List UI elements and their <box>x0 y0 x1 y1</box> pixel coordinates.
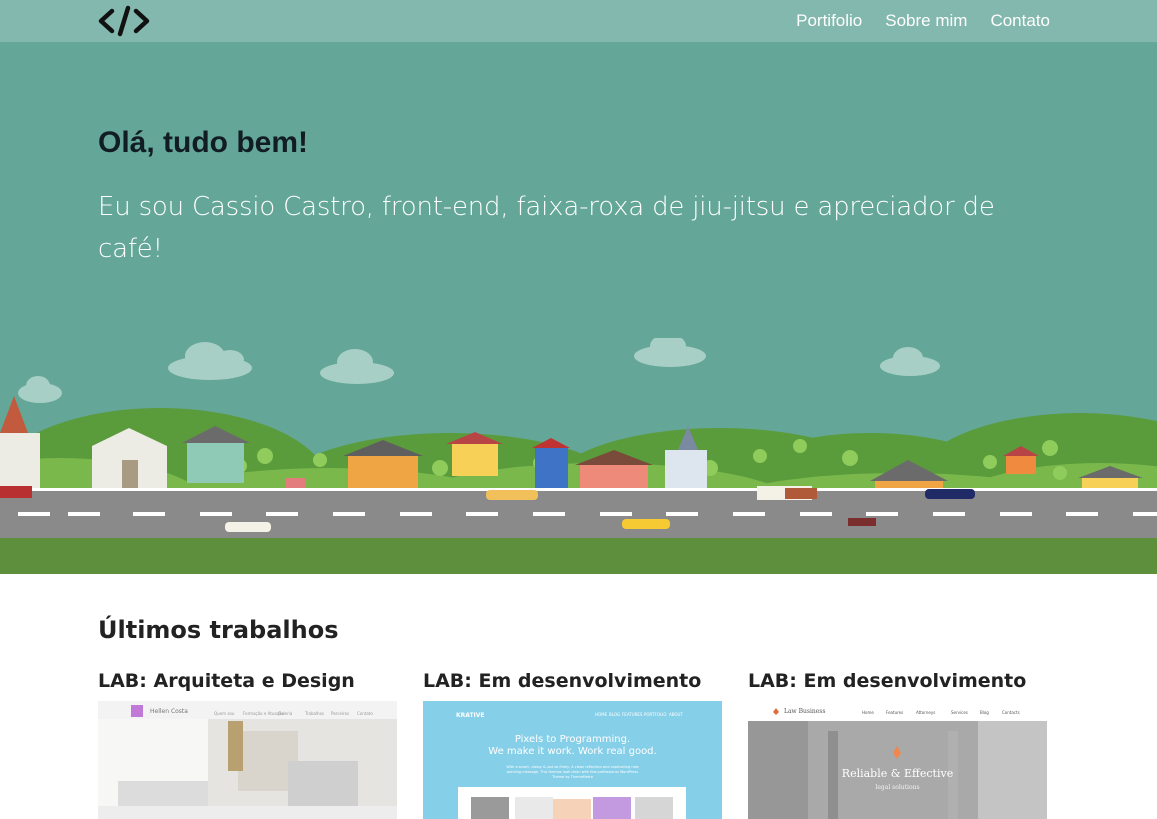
hero-section: Olá, tudo bem! Eu sou Cassio Castro, fro… <box>0 42 1157 574</box>
thumbnail-menu-item: Parceiros <box>331 711 350 716</box>
work-card-thumbnail[interactable]: Hellen Costa Quem sou Formação e Atuação… <box>98 701 397 819</box>
thumbnail-menu-item: Services <box>951 710 968 715</box>
work-card-title[interactable]: LAB: Arquiteta e Design <box>98 670 397 692</box>
work-card-architect: LAB: Arquiteta e Design Hellen Costa Que… <box>98 670 397 819</box>
thumbnail-menu-item: ABOUT <box>669 712 683 717</box>
thumbnail-menu-item: Blog <box>980 710 989 715</box>
thumbnail-image <box>748 701 1047 819</box>
nav-link-contact[interactable]: Contato <box>990 11 1050 31</box>
thumbnail-menu-item: Trabalhos <box>305 711 325 716</box>
nav-link-about[interactable]: Sobre mim <box>885 11 967 31</box>
work-card-krative: LAB: Em desenvolvimento KRATIVE HOME BLO… <box>423 670 722 819</box>
thumbnail-brand: Law Business <box>784 708 826 715</box>
work-card-thumbnail[interactable]: Law Business Home Features Attorneys Ser… <box>748 701 1047 819</box>
thumbnail-subline: legal solutions <box>875 784 920 791</box>
code-brackets-icon[interactable] <box>98 5 150 37</box>
navbar: Portifolio Sobre mim Contato <box>0 0 1157 42</box>
thumbnail-subtext: With a smart, classy & just so finely, A… <box>506 765 639 779</box>
thumbnail-menu-item: Home <box>862 710 874 715</box>
thumbnail-menu-item: Features <box>886 710 904 715</box>
thumbnail-menu-item: Contacts <box>1002 710 1020 715</box>
thumbnail-menu-item: PORTFOLIO <box>644 712 667 717</box>
thumbnail-brand: Hellen Costa <box>150 708 188 715</box>
thumbnail-image <box>98 701 397 819</box>
works-section: Últimos trabalhos LAB: Arquiteta e Desig… <box>0 574 1157 819</box>
thumbnail-headline: Reliable & Effective <box>841 767 954 780</box>
works-title: Últimos trabalhos <box>98 616 339 644</box>
work-card-law: LAB: Em desenvolvimento Law Business Hom… <box>748 670 1047 819</box>
work-card-title[interactable]: LAB: Em desenvolvimento <box>748 670 1047 692</box>
thumbnail-menu-item: Galeria <box>278 711 293 716</box>
nav-link-portfolio[interactable]: Portifolio <box>796 11 862 31</box>
thumbnail-headline-2: We make it work. Work real good. <box>488 746 657 757</box>
thumbnail-menu-item: Attorneys <box>916 710 936 715</box>
hero-intro: Eu sou Cassio Castro, front-end, faixa-r… <box>98 192 995 264</box>
thumbnail-menu-item: FEATURES <box>622 712 643 717</box>
thumbnail-menu-item: Contato <box>357 711 373 716</box>
thumbnail-headline: Pixels to Programming. <box>514 734 631 745</box>
nav-menu: Portifolio Sobre mim Contato <box>796 11 1050 31</box>
city-illustration <box>0 338 1157 574</box>
work-card-thumbnail[interactable]: KRATIVE HOME BLOG FEATURES PORTFOLIO ABO… <box>423 701 722 819</box>
work-card-title[interactable]: LAB: Em desenvolvimento <box>423 670 722 692</box>
hero-greeting: Olá, tudo bem! <box>98 126 308 159</box>
thumbnail-menu-item: Quem sou <box>214 711 235 716</box>
thumbnail-menu-item: HOME <box>595 712 608 717</box>
thumbnail-menu-item: BLOG <box>609 712 621 717</box>
thumbnail-brand: KRATIVE <box>456 712 485 719</box>
